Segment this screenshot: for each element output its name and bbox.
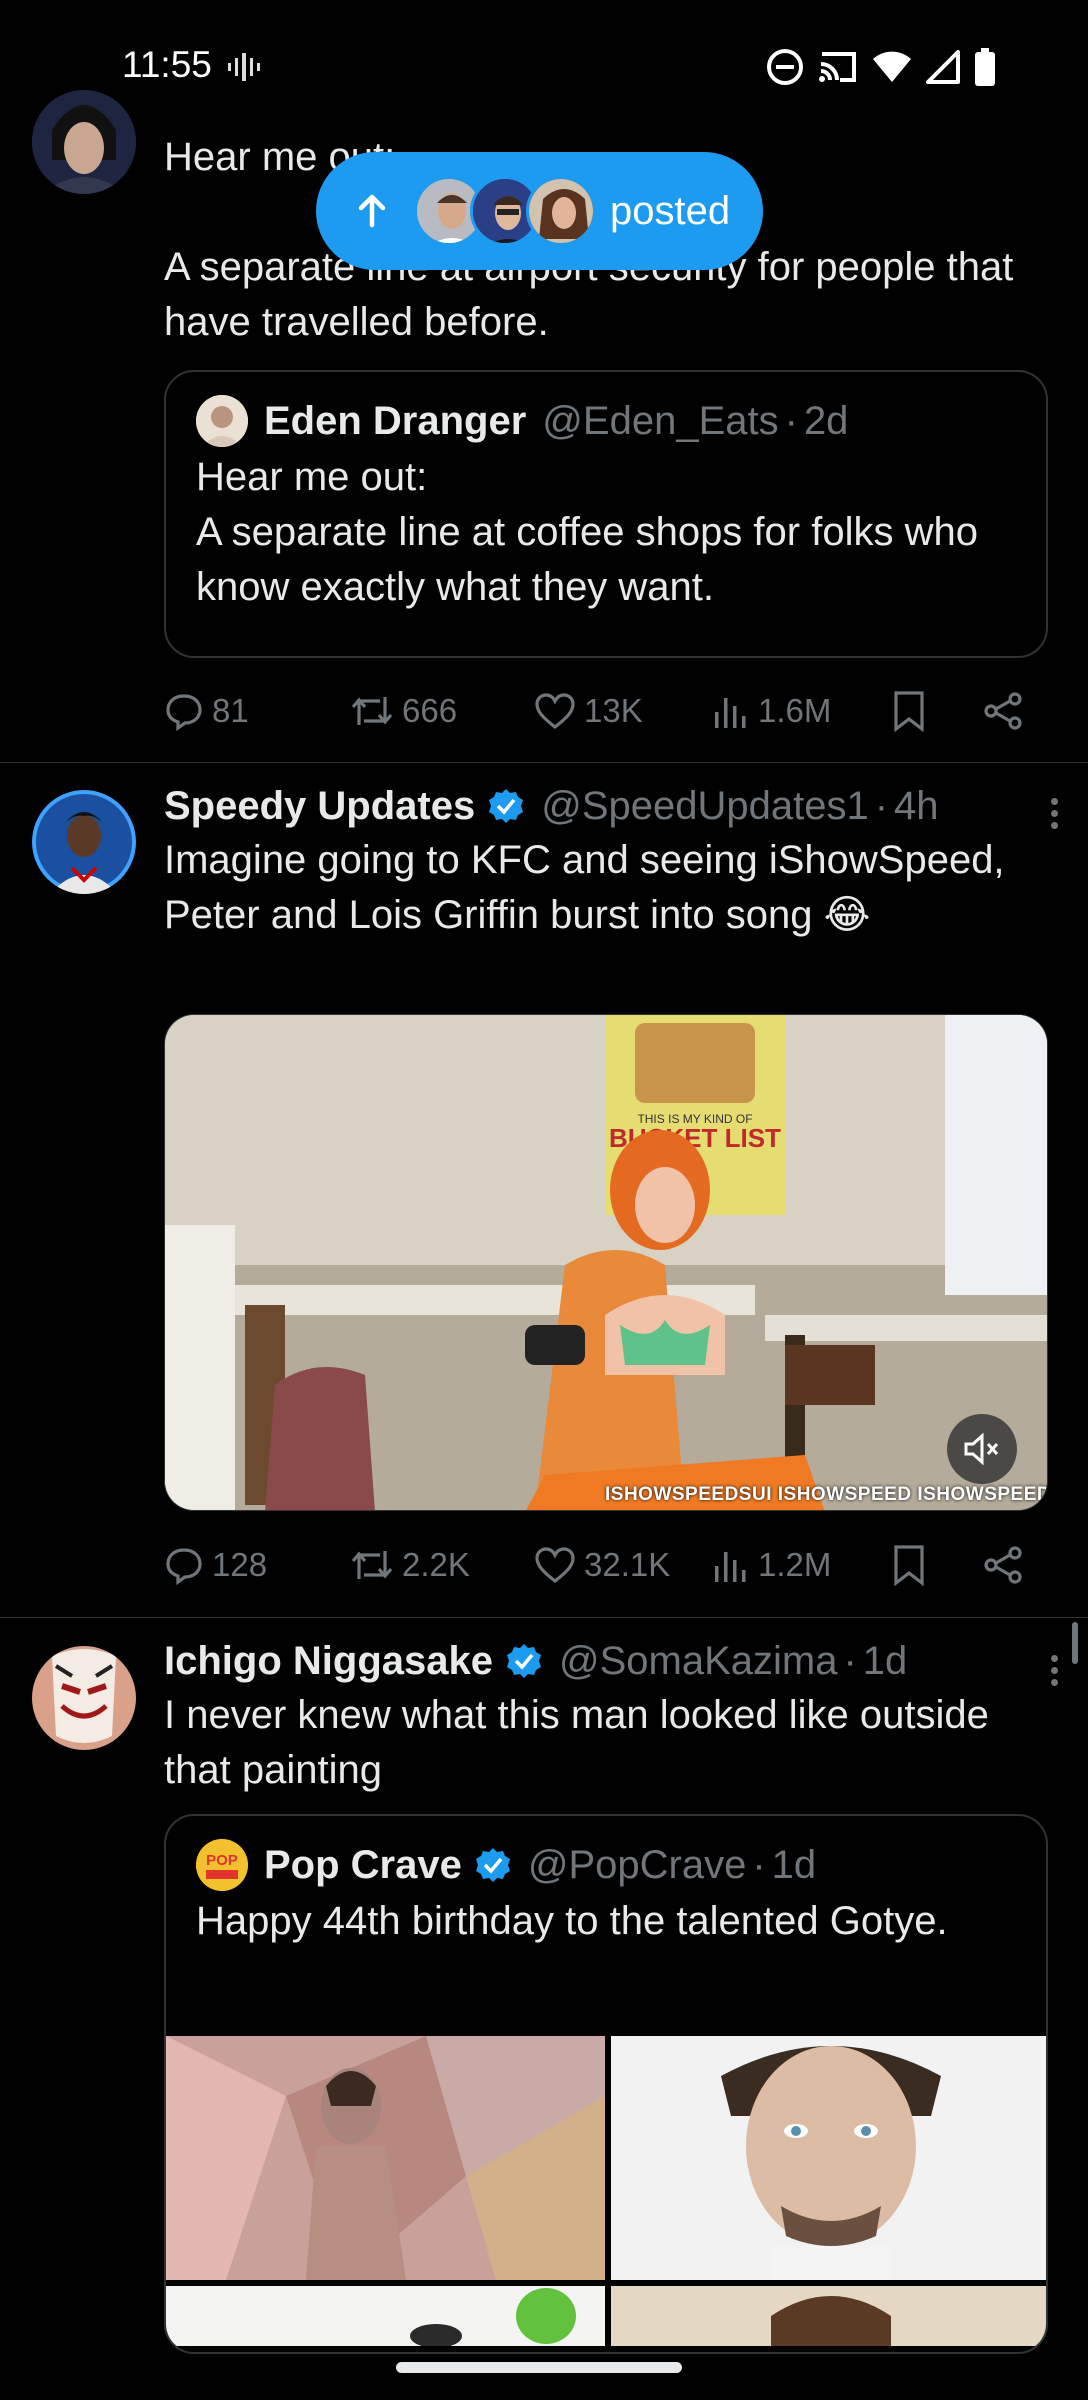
quote-author-name: Pop Crave xyxy=(264,1843,462,1887)
quote-timestamp: 2d xyxy=(803,399,849,443)
verified-badge-icon xyxy=(506,1644,541,1678)
separator: · xyxy=(784,399,798,443)
bookmark-button[interactable] xyxy=(892,690,926,732)
separator: · xyxy=(752,1843,766,1887)
new-posts-label: posted xyxy=(610,188,731,233)
author-name[interactable]: Ichigo Niggasake xyxy=(164,1634,493,1688)
views-count: 1.6M xyxy=(758,692,832,729)
quote-text: Happy 44th birthday to the talented Goty… xyxy=(196,1899,948,1943)
author-handle[interactable]: @SpeedUpdates1 xyxy=(541,779,869,833)
quoted-tweet[interactable]: POP Pop Crave @PopCrave · 1d Happy 44th … xyxy=(164,1814,1048,2354)
heart-icon xyxy=(535,1547,575,1584)
like-button[interactable]: 32.1K xyxy=(534,1546,670,1584)
more-options-icon[interactable] xyxy=(1048,1650,1060,1691)
video-frame: THIS IS MY KIND OF BUCKET LIST xyxy=(165,1015,1047,1510)
quote-text: Hear me out: A separate line at coffee s… xyxy=(196,455,978,609)
quoted-tweet[interactable]: Eden Dranger @Eden_Eats · 2d Hear me out… xyxy=(164,370,1048,658)
quote-author-handle: @Eden_Eats xyxy=(542,399,779,443)
author-name[interactable]: Speedy Updates xyxy=(164,779,475,833)
like-count: 32.1K xyxy=(584,1546,671,1583)
timestamp[interactable]: 1d xyxy=(863,1634,908,1688)
quote-author-name: Eden Dranger xyxy=(264,399,527,443)
avatar xyxy=(196,395,248,447)
share-button[interactable] xyxy=(982,1545,1024,1585)
photo[interactable] xyxy=(611,2036,1046,2280)
photo[interactable] xyxy=(166,2286,605,2346)
mute-button[interactable] xyxy=(947,1414,1017,1484)
gesture-nav-handle[interactable] xyxy=(396,2362,682,2373)
avatar xyxy=(526,176,596,246)
reply-count: 128 xyxy=(212,1546,268,1583)
views-button[interactable]: 1.6M xyxy=(712,692,831,730)
tweet[interactable]: Hear me out: A separate line at airport … xyxy=(0,0,1088,762)
video-watermark: ISHOWSPEEDSUI ISHOWSPEED ISHOWSPEED xyxy=(605,1484,1048,1505)
pop-crave-logo-text: POP xyxy=(206,1852,238,1869)
repost-count: 2.2K xyxy=(402,1546,470,1583)
photo[interactable] xyxy=(611,2286,1046,2346)
repost-icon xyxy=(351,1551,393,1579)
quote-timestamp: 1d xyxy=(771,1843,817,1887)
quote-author-handle: @PopCrave xyxy=(527,1843,747,1887)
heart-icon xyxy=(535,693,575,730)
avatar: POP xyxy=(196,1839,248,1891)
bookmark-icon xyxy=(894,691,924,732)
tweet[interactable]: Ichigo Niggasake @SomaKazima · 1d I neve… xyxy=(0,1618,1088,2354)
arrow-up-icon xyxy=(358,194,386,228)
repost-button[interactable]: 2.2K xyxy=(350,1545,470,1585)
avatar[interactable] xyxy=(32,1646,136,1750)
avatar[interactable] xyxy=(32,90,136,194)
photo[interactable] xyxy=(166,2036,605,2280)
share-button[interactable] xyxy=(982,691,1024,731)
avatar[interactable] xyxy=(32,790,136,894)
repost-count: 666 xyxy=(402,692,458,729)
verified-badge-icon xyxy=(489,789,524,823)
new-posts-pill[interactable]: posted xyxy=(316,152,763,270)
views-icon xyxy=(715,698,746,728)
views-count: 1.2M xyxy=(758,1546,832,1583)
like-button[interactable]: 13K xyxy=(534,692,643,730)
views-button[interactable]: 1.2M xyxy=(712,1546,831,1584)
separator: · xyxy=(843,1639,857,1683)
reply-button[interactable]: 128 xyxy=(164,1545,267,1585)
reply-button[interactable]: 81 xyxy=(164,691,249,731)
tweet-text: I never knew what this man looked like o… xyxy=(164,1693,1001,1792)
timestamp[interactable]: 4h xyxy=(894,779,939,833)
tweet-actions: 81 666 13K 1.6M xyxy=(164,686,1048,736)
separator: · xyxy=(874,784,889,828)
bookmark-icon xyxy=(894,1545,924,1586)
tweet-actions: 128 2.2K 32.1K 1.2M xyxy=(164,1540,1048,1590)
reply-count: 81 xyxy=(212,692,249,729)
tweet-video[interactable]: THIS IS MY KIND OF BUCKET LIST ISHOWSPEE… xyxy=(164,1014,1048,1511)
share-icon xyxy=(984,692,1022,730)
author-handle[interactable]: @SomaKazima xyxy=(559,1634,837,1688)
views-icon xyxy=(715,1552,746,1582)
repost-icon xyxy=(351,697,393,725)
more-options-icon[interactable] xyxy=(1048,793,1060,834)
reply-icon xyxy=(166,1548,202,1585)
muted-speaker-icon xyxy=(964,1432,999,1466)
bookmark-button[interactable] xyxy=(892,1544,926,1586)
repost-button[interactable]: 666 xyxy=(350,691,457,731)
share-icon xyxy=(984,1546,1022,1584)
tweet-text: Imagine going to KFC and seeing iShowSpe… xyxy=(164,838,1016,937)
like-count: 13K xyxy=(584,692,643,729)
reply-icon xyxy=(166,694,202,731)
scrollbar[interactable] xyxy=(1072,1622,1078,1664)
verified-badge-icon xyxy=(475,1848,510,1882)
